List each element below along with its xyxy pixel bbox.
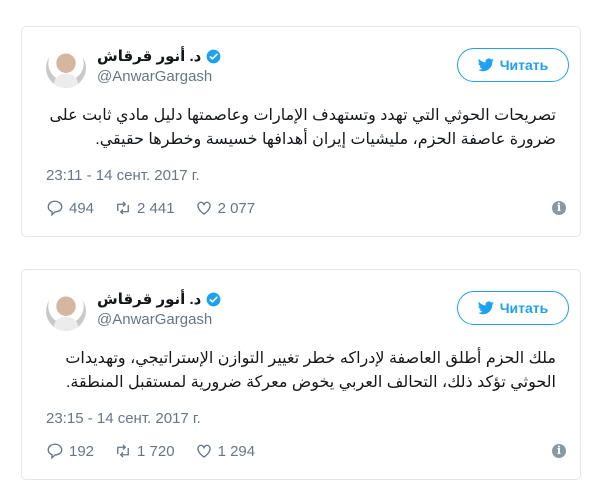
author-block: د. أنور قرقاش @AnwarGargash	[97, 290, 221, 328]
author-block: د. أنور قرقاش @AnwarGargash	[97, 47, 221, 85]
tweet-actions: 192 1 720 1 294	[46, 442, 255, 460]
author-handle[interactable]: @AnwarGargash	[97, 311, 221, 328]
like-count: 1 294	[217, 442, 256, 460]
reply-icon	[47, 200, 63, 217]
tweet-card: د. أنور قرقاش @AnwarGargash Читать تصريح…	[21, 26, 581, 237]
retweet-count: 1 720	[137, 442, 175, 460]
author-handle[interactable]: @AnwarGargash	[97, 68, 221, 85]
like-button[interactable]: 1 294	[195, 442, 256, 460]
tweet-text: تصريحات الحوثي التي تهدد وتستهدف الإمارا…	[49, 107, 556, 148]
like-button[interactable]: 2 077	[195, 199, 256, 217]
twitter-bird-icon	[477, 301, 494, 315]
like-count: 2 077	[217, 199, 256, 217]
reply-count: 494	[69, 199, 95, 217]
avatar[interactable]	[46, 291, 86, 331]
reply-icon	[47, 443, 63, 460]
retweet-button[interactable]: 1 720	[114, 442, 175, 460]
reply-count: 192	[69, 442, 95, 460]
author-name[interactable]: د. أنور قرقاش	[97, 47, 201, 65]
tweet-card: د. أنور قرقاش @AnwarGargash Читать ملك ا…	[21, 269, 581, 480]
info-icon[interactable]: i	[552, 201, 566, 215]
follow-button-label: Читать	[499, 300, 549, 316]
verified-icon	[206, 49, 221, 63]
tweet-actions: 494 2 441 2 077	[46, 199, 255, 217]
like-icon	[196, 201, 211, 215]
retweet-count: 2 441	[137, 199, 175, 217]
verified-icon	[206, 292, 221, 306]
retweet-icon	[117, 201, 129, 215]
reply-button[interactable]: 192	[46, 442, 94, 460]
tweet-text: ملك الحزم أطلق العاصفة لإدراكه خطر تغيير…	[65, 350, 556, 391]
follow-button[interactable]: Читать	[457, 291, 569, 325]
avatar[interactable]	[46, 48, 86, 88]
author-name[interactable]: د. أنور قرقاش	[97, 290, 201, 308]
retweet-icon	[117, 444, 129, 458]
tweet-timestamp[interactable]: 23:15 - 14 сент. 2017 г.	[46, 410, 201, 427]
like-icon	[196, 444, 211, 458]
reply-button[interactable]: 494	[46, 199, 94, 217]
follow-button-label: Читать	[499, 57, 549, 73]
info-icon[interactable]: i	[552, 444, 566, 458]
twitter-bird-icon	[477, 58, 494, 72]
retweet-button[interactable]: 2 441	[114, 199, 175, 217]
tweet-timestamp[interactable]: 23:11 - 14 сент. 2017 г.	[46, 167, 200, 184]
follow-button[interactable]: Читать	[457, 48, 569, 82]
